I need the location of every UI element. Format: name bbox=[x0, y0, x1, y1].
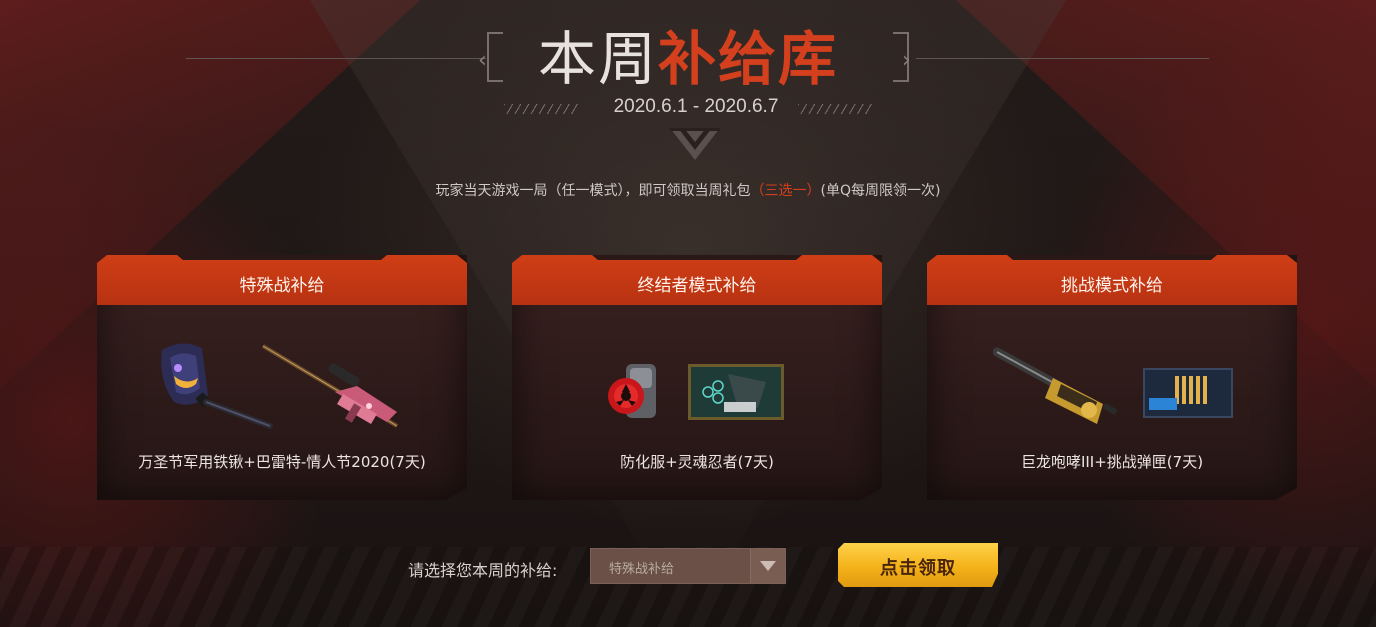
page-title-part2: 补给库 bbox=[658, 25, 839, 93]
date-range: 2020.6.1 - 2020.6.7 bbox=[613, 96, 779, 117]
soul-ninja-card-icon bbox=[688, 364, 784, 420]
card-description: 防化服+灵魂忍者(7天) bbox=[620, 453, 774, 471]
v-chevron-icon bbox=[670, 128, 720, 160]
hatch-decoration-left bbox=[504, 104, 578, 114]
claim-button-label: 点击领取 bbox=[880, 558, 956, 579]
card-title: 挑战模式补给 bbox=[1061, 276, 1163, 296]
card-description: 万圣节军用铁锹+巴雷特-情人节2020(7天) bbox=[138, 453, 426, 471]
notice-limit: (单Q每周限领一次) bbox=[820, 183, 941, 199]
hazmat-suit-icon bbox=[608, 364, 656, 418]
page-title: 本周补给库 bbox=[0, 26, 1376, 92]
supply-select-dropdown[interactable]: 特殊战补给 bbox=[590, 548, 786, 584]
card-description: 巨龙咆哮III+挑战弹匣(7天) bbox=[1020, 453, 1204, 471]
supply-card-terminator[interactable]: 终结者模式补给 防化服+灵魂忍者(7天) bbox=[512, 255, 882, 500]
dragon-roar-gatling-icon bbox=[993, 347, 1118, 424]
supply-select-label: 请选择您本周的补给: bbox=[408, 561, 558, 580]
card-items bbox=[97, 340, 467, 430]
notice-text: 玩家当天游戏一局（任一模式），即可领取当周礼包 bbox=[435, 183, 751, 199]
supply-card-special-war[interactable]: 特殊战补给 万圣节军用铁锹+巴雷特-情人节2020(7天) bbox=[97, 255, 467, 500]
hatch-decoration-right bbox=[798, 104, 872, 114]
supply-select-value: 特殊战补给 bbox=[609, 562, 675, 577]
notice-accent: （三选一） bbox=[750, 183, 821, 199]
rules-notice: 玩家当天游戏一局（任一模式），即可领取当周礼包（三选一）(单Q每周限领一次) bbox=[0, 180, 1376, 200]
supply-card-challenge[interactable]: 挑战模式补给 巨龙咆哮III+挑战弹匣(7天) bbox=[927, 255, 1297, 500]
date-row: 2020.6.1 - 2020.6.7 bbox=[0, 96, 1376, 122]
card-title: 终结者模式补给 bbox=[637, 276, 757, 296]
card-items bbox=[927, 340, 1297, 430]
barrett-sniper-rifle-icon bbox=[261, 344, 399, 428]
chevron-down-icon[interactable] bbox=[750, 549, 785, 583]
page-header: ‹ › 本周补给库 2020.6.1 - 2020.6.7 bbox=[0, 0, 1376, 170]
page-title-part1: 本周 bbox=[537, 25, 658, 93]
claim-button[interactable]: 点击领取 bbox=[838, 543, 998, 587]
challenge-magazine-icon bbox=[1143, 368, 1233, 418]
card-items bbox=[512, 340, 882, 430]
card-title: 特殊战补给 bbox=[239, 276, 325, 296]
